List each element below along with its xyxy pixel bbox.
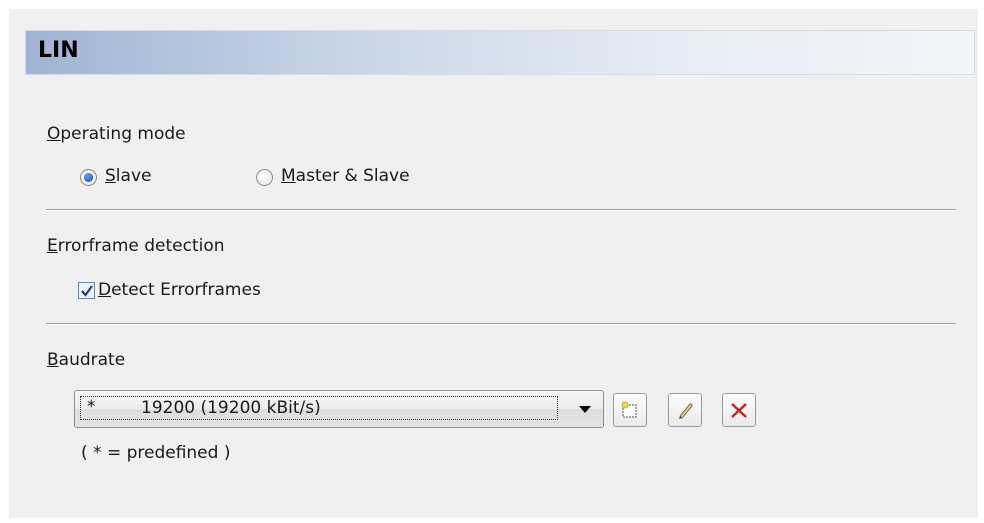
checkmark-icon xyxy=(81,285,93,297)
settings-panel xyxy=(9,9,978,518)
separator xyxy=(46,209,956,211)
baudrate-dropdown-focus: * 19200 (19200 kBit/s) xyxy=(80,396,558,420)
predefined-marker: * xyxy=(87,397,96,417)
delete-baudrate-button[interactable] xyxy=(722,393,756,427)
radio-master-slave[interactable] xyxy=(256,169,273,186)
operating-mode-label: Operating mode xyxy=(47,124,186,144)
detect-errorframes-checkbox[interactable] xyxy=(78,282,95,299)
chevron-down-icon[interactable] xyxy=(579,406,591,413)
separator xyxy=(46,323,956,325)
predefined-note: ( * = predefined ) xyxy=(81,443,231,463)
baudrate-dropdown[interactable]: * 19200 (19200 kBit/s) xyxy=(74,390,604,428)
radio-slave[interactable] xyxy=(80,169,97,186)
radio-slave-label[interactable]: Slave xyxy=(105,166,151,186)
baudrate-label: Baudrate xyxy=(47,350,126,370)
edit-pencil-icon xyxy=(679,403,693,419)
errorframe-label: Errorframe detection xyxy=(47,236,225,256)
operating-mode-mnemonic: O xyxy=(47,124,61,144)
section-header: LIN xyxy=(25,30,975,75)
new-icon xyxy=(621,401,637,418)
delete-x-icon xyxy=(731,403,747,418)
section-title: LIN xyxy=(38,38,79,63)
baudrate-selected-value: 19200 (19200 kBit/s) xyxy=(141,398,321,418)
detect-errorframes-label[interactable]: Detect Errorframes xyxy=(98,280,261,300)
operating-mode-label-rest: perating mode xyxy=(60,124,186,144)
radio-master-slave-label[interactable]: Master & Slave xyxy=(281,166,410,186)
new-baudrate-button[interactable] xyxy=(613,393,647,427)
edit-baudrate-button[interactable] xyxy=(668,393,702,427)
